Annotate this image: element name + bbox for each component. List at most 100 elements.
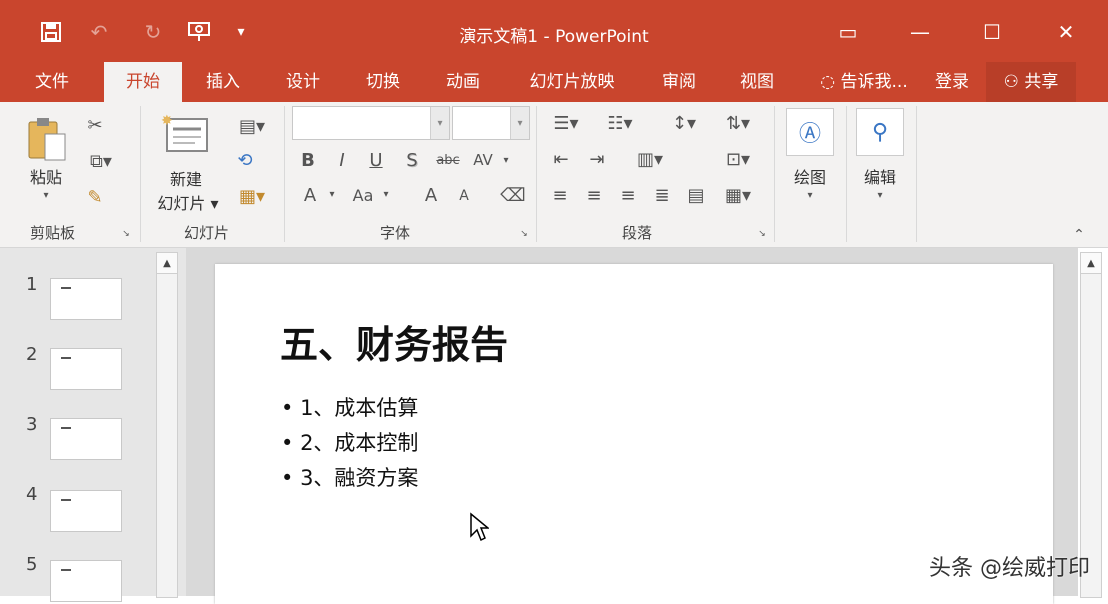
chevron-down-icon[interactable]: ▾ xyxy=(380,184,392,204)
justify-icon[interactable]: ≣ xyxy=(648,182,676,208)
ribbon-display-icon[interactable]: ▭ xyxy=(828,14,868,50)
chevron-down-icon[interactable]: ▾ xyxy=(430,107,449,139)
layout-icon[interactable]: ▤▾ xyxy=(230,112,274,140)
group-separator xyxy=(140,106,141,242)
slide-thumbnail[interactable] xyxy=(50,490,122,532)
dialog-launcher-icon[interactable]: ↘ xyxy=(518,228,530,240)
group-separator xyxy=(536,106,537,242)
group-separator xyxy=(916,106,917,242)
section-icon[interactable]: ▦▾ xyxy=(230,182,274,210)
reset-icon[interactable]: ⟲ xyxy=(230,146,260,174)
shapes-icon[interactable]: Ⓐ xyxy=(786,108,834,156)
line-spacing-icon[interactable]: ↕▾ xyxy=(664,110,704,136)
bullet-item[interactable]: • 3、融资方案 xyxy=(281,462,418,492)
close-button[interactable]: ✕ xyxy=(1046,14,1086,50)
login-button[interactable]: 登录 xyxy=(924,62,980,102)
font-name-combo[interactable]: ▾ xyxy=(292,106,450,140)
share-button[interactable]: ⚇ 共享 xyxy=(986,62,1076,102)
scroll-up-icon[interactable]: ▲ xyxy=(157,253,177,274)
tab-slideshow[interactable]: 幻灯片放映 xyxy=(512,62,632,102)
share-label: 共享 xyxy=(1024,72,1059,92)
tell-me-box[interactable]: ◌ 告诉我... xyxy=(808,62,920,102)
smartart-icon[interactable]: ▦▾ xyxy=(716,182,760,208)
font-color-button[interactable]: A xyxy=(298,182,322,208)
align-right-icon[interactable]: ≡ xyxy=(614,182,642,208)
dialog-launcher-icon[interactable]: ↘ xyxy=(120,228,132,240)
scroll-up-icon[interactable]: ▲ xyxy=(1081,253,1101,274)
paste-label[interactable]: 粘贴 xyxy=(22,164,70,188)
thumbnail-number: 3 xyxy=(26,414,38,435)
bold-button[interactable]: B xyxy=(298,148,318,172)
tab-view[interactable]: 视图 xyxy=(724,62,790,102)
paste-dropdown-icon[interactable]: ▾ xyxy=(38,188,54,202)
italic-button[interactable]: I xyxy=(332,148,352,172)
slide-thumbnail[interactable] xyxy=(50,348,122,390)
minimize-button[interactable]: — xyxy=(900,14,940,50)
slide-thumbnail[interactable] xyxy=(50,278,122,320)
group-separator xyxy=(284,106,285,242)
paste-icon[interactable] xyxy=(24,114,70,162)
slide-canvas[interactable]: 五、财务报告 • 1、成本估算 • 2、成本控制 • 3、融资方案 xyxy=(215,264,1053,604)
person-icon: ⚇ xyxy=(1003,72,1019,92)
grow-font-button[interactable]: A xyxy=(418,182,444,208)
bullets-icon[interactable]: ☰▾ xyxy=(546,110,586,136)
thumbnail-number: 5 xyxy=(26,554,38,575)
increase-indent-icon[interactable]: ⇥ xyxy=(582,146,612,172)
drawing-label[interactable]: 绘图 xyxy=(782,164,838,188)
slide-title[interactable]: 五、财务报告 xyxy=(280,314,508,369)
dialog-launcher-icon[interactable]: ↘ xyxy=(756,228,768,240)
shrink-font-button[interactable]: A xyxy=(452,184,476,208)
tab-design[interactable]: 设计 xyxy=(270,62,336,102)
tab-animations[interactable]: 动画 xyxy=(430,62,496,102)
tab-review[interactable]: 审阅 xyxy=(646,62,712,102)
new-slide-icon[interactable]: ✸ xyxy=(160,112,210,158)
slide-scrollbar[interactable]: ▲ xyxy=(1080,252,1102,598)
slide-thumbnail[interactable] xyxy=(50,418,122,460)
char-spacing-button[interactable]: AV xyxy=(468,148,498,172)
thumbnail-number: 2 xyxy=(26,344,38,365)
chevron-down-icon[interactable]: ▾ xyxy=(872,188,888,202)
bullet-item[interactable]: • 2、成本控制 xyxy=(281,427,418,457)
chevron-down-icon[interactable]: ▾ xyxy=(326,184,338,204)
font-size-combo[interactable]: ▾ xyxy=(452,106,530,140)
ribbon: 粘贴 ▾ ✂ ⧉▾ ✎ 剪贴板 ↘ ✸ 新建 幻灯片 ▾ ▤▾ ⟲ ▦▾ 幻灯片… xyxy=(0,102,1108,248)
editing-label[interactable]: 编辑 xyxy=(852,164,908,188)
change-case-button[interactable]: Aa xyxy=(348,182,378,208)
group-separator xyxy=(846,106,847,242)
chevron-down-icon[interactable]: ▾ xyxy=(802,188,818,202)
underline-button[interactable]: U xyxy=(366,148,386,172)
bullet-item[interactable]: • 1、成本估算 xyxy=(281,392,418,422)
group-separator xyxy=(774,106,775,242)
format-painter-icon[interactable]: ✎ xyxy=(80,182,110,212)
new-slide-label-1[interactable]: 新建 xyxy=(148,166,224,190)
clear-format-icon[interactable]: ⌫ xyxy=(500,182,526,208)
tab-transitions[interactable]: 切换 xyxy=(350,62,416,102)
mouse-cursor-icon xyxy=(469,512,491,546)
chevron-down-icon[interactable]: ▾ xyxy=(510,107,529,139)
thumbnail-scrollbar[interactable]: ▲ xyxy=(156,252,178,598)
align-left-icon[interactable]: ≡ xyxy=(546,182,574,208)
shadow-button[interactable]: S xyxy=(402,148,422,172)
tab-insert[interactable]: 插入 xyxy=(190,62,256,102)
title-bar: ↶ ↻ ▾ 演示文稿1 - PowerPoint ▭ — ☐ ✕ xyxy=(0,0,1108,62)
align-center-icon[interactable]: ≡ xyxy=(580,182,608,208)
new-slide-label-2[interactable]: 幻灯片 ▾ xyxy=(148,190,228,214)
clipboard-group-label: 剪贴板 xyxy=(30,224,76,242)
tab-file[interactable]: 文件 xyxy=(18,62,86,102)
tell-me-label: 告诉我... xyxy=(840,72,908,92)
strikethrough-button[interactable]: abc xyxy=(432,148,464,172)
search-icon[interactable]: ⚲ xyxy=(856,108,904,156)
numbering-icon[interactable]: ☷▾ xyxy=(600,110,640,136)
copy-icon[interactable]: ⧉▾ xyxy=(80,146,122,176)
align-text-icon[interactable]: ⊡▾ xyxy=(716,146,760,172)
distribute-icon[interactable]: ▤ xyxy=(682,182,710,208)
svg-text:✸: ✸ xyxy=(161,113,173,129)
decrease-indent-icon[interactable]: ⇤ xyxy=(546,146,576,172)
chevron-down-icon[interactable]: ▾ xyxy=(500,150,512,170)
tab-home[interactable]: 开始 xyxy=(104,62,182,102)
cut-icon[interactable]: ✂ xyxy=(80,110,110,140)
maximize-button[interactable]: ☐ xyxy=(972,14,1012,50)
collapse-ribbon-icon[interactable]: ⌃ xyxy=(1068,226,1090,244)
columns-icon[interactable]: ▥▾ xyxy=(630,146,670,172)
text-direction-icon[interactable]: ⇅▾ xyxy=(716,110,760,136)
